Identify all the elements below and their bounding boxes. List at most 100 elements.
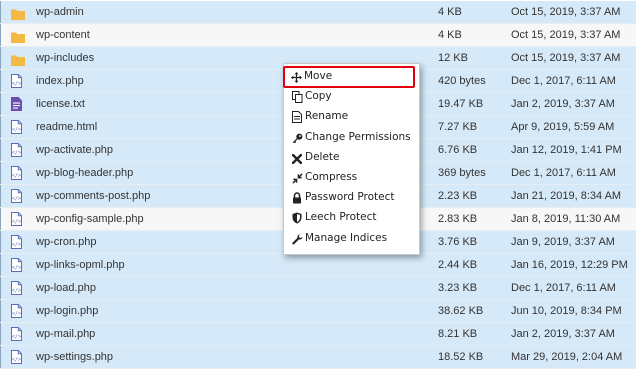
php-file-icon: </> (11, 281, 23, 295)
svg-text:</>: </> (12, 150, 21, 156)
shield-icon (292, 211, 303, 224)
file-name: wp-activate.php (36, 144, 114, 156)
row-selection-edge (0, 24, 1, 46)
menu-item-change-permissions[interactable]: Change Permissions (284, 127, 419, 147)
row-selection-edge (0, 277, 1, 299)
svg-text:</>: </> (12, 127, 21, 133)
menu-item-delete[interactable]: Delete (284, 147, 419, 167)
lock-icon (292, 191, 303, 204)
svg-text:</>: </> (12, 173, 21, 179)
file-modified-date: Jan 16, 2019, 12:29 PM (511, 259, 628, 271)
file-size: 19.47 KB (438, 98, 484, 110)
menu-item-label: Move (304, 70, 333, 82)
php-file-icon: </> (11, 143, 23, 157)
file-modified-date: Jan 8, 2019, 11:30 AM (511, 213, 621, 225)
file-name: wp-load.php (36, 282, 96, 294)
php-file-icon: </> (11, 74, 23, 88)
file-modified-date: Jan 2, 2019, 3:37 AM (511, 98, 615, 110)
wrench-icon (292, 232, 303, 244)
file-modified-date: Dec 1, 2017, 6:11 AM (511, 75, 616, 87)
php-file-icon: </> (11, 304, 23, 318)
file-modified-date: Jan 12, 2019, 1:41 PM (511, 144, 622, 156)
php-file-icon: </> (11, 212, 23, 226)
php-file-icon: </> (11, 350, 23, 364)
php-file-icon: </> (11, 189, 23, 203)
menu-item-label: Compress (305, 170, 358, 183)
menu-item-label: Password Protect (305, 191, 395, 204)
file-row[interactable]: </> wp-mail.php 8.21 KB Jan 2, 2019, 3:37 A… (0, 323, 636, 346)
file-name: wp-settings.php (36, 351, 114, 363)
php-file-icon: </> (11, 327, 23, 341)
file-name: wp-links-opml.php (36, 259, 125, 271)
file-modified-date: Dec 1, 2017, 6:11 AM (511, 167, 616, 179)
svg-text:</>: </> (12, 81, 21, 87)
row-selection-edge (0, 162, 1, 184)
file-modified-date: Dec 1, 2017, 6:11 AM (511, 282, 616, 294)
file-row[interactable]: </> wp-login.php 38.62 KB Jun 10, 2019, 8:3… (0, 300, 636, 323)
file-name: wp-cron.php (36, 236, 97, 248)
menu-item-label: Rename (305, 110, 349, 123)
file-row[interactable]: </> wp-settings.php 18.52 KB Mar 29, 2019, … (0, 346, 636, 369)
row-selection-edge (0, 1, 1, 23)
file-size: 4 KB (438, 29, 462, 41)
php-file-icon: </> (11, 166, 23, 180)
file-size: 8.21 KB (438, 328, 478, 340)
file-modified-date: Oct 15, 2019, 3:37 AM (511, 52, 621, 64)
menu-item-rename[interactable]: Rename (284, 106, 419, 126)
menu-item-move[interactable]: Move (283, 66, 419, 88)
svg-text:</>: </> (12, 288, 21, 294)
folder-icon (11, 52, 25, 66)
file-modified-date: Oct 15, 2019, 3:37 AM (511, 6, 621, 18)
file-name: wp-content (36, 29, 90, 41)
php-file-icon: </> (11, 235, 23, 249)
rename-document-icon (292, 110, 303, 124)
file-name: wp-login.php (36, 305, 99, 317)
file-size: 18.52 KB (438, 351, 484, 363)
file-size: 3.76 KB (438, 236, 478, 248)
row-selection-edge (0, 47, 1, 69)
file-row[interactable]: </> wp-links-opml.php 2.44 KB Jan 16, 2019,… (0, 254, 636, 277)
highlight-frame (283, 66, 415, 88)
file-name: index.php (36, 75, 84, 87)
menu-item-manage-indices[interactable]: Manage Indices (284, 228, 419, 248)
file-modified-date: Jan 9, 2019, 3:37 AM (511, 236, 615, 248)
menu-item-label: Manage Indices (305, 231, 388, 244)
menu-item-label: Change Permissions (305, 130, 411, 143)
file-row[interactable]: </> wp-load.php 3.23 KB Dec 1, 2017, 6:11 A… (0, 277, 636, 300)
file-row[interactable]: wp-admin 4 KB Oct 15, 2019, 3:37 AM (0, 1, 636, 24)
row-selection-edge (0, 231, 1, 253)
compress-icon (292, 171, 303, 184)
file-name: wp-mail.php (36, 328, 96, 340)
x-delete-icon (291, 151, 303, 164)
key-icon (292, 131, 303, 143)
menu-item-password-protect[interactable]: Password Protect (284, 187, 419, 207)
row-selection-edge (0, 70, 1, 92)
row-selection-edge (0, 208, 1, 230)
file-size: 3.23 KB (438, 282, 478, 294)
file-size: 7.27 KB (438, 121, 478, 133)
svg-text:</>: </> (12, 196, 21, 202)
file-name: wp-includes (36, 52, 95, 64)
menu-item-compress[interactable]: Compress (284, 167, 419, 187)
svg-text:</>: </> (12, 242, 21, 248)
menu-item-copy[interactable]: Copy (284, 86, 419, 106)
row-selection-edge (0, 300, 1, 322)
file-size: 38.62 KB (438, 305, 484, 317)
copy-icon (292, 90, 303, 104)
file-modified-date: Mar 29, 2019, 2:04 AM (511, 351, 623, 363)
row-selection-edge (0, 346, 1, 368)
text-file-icon (11, 97, 23, 111)
svg-text:</>: </> (12, 357, 21, 363)
file-name: license.txt (36, 98, 85, 110)
file-row[interactable]: wp-content 4 KB Oct 15, 2019, 3:37 AM (0, 24, 636, 47)
row-selection-edge (0, 139, 1, 161)
file-size: 369 bytes (438, 167, 486, 179)
menu-item-leech-protect[interactable]: Leech Protect (284, 207, 419, 227)
file-size: 12 KB (438, 52, 468, 64)
row-selection-edge (0, 254, 1, 276)
row-selection-edge (0, 116, 1, 138)
folder-icon (11, 29, 25, 43)
move-arrows-icon (291, 70, 302, 83)
file-modified-date: Jun 10, 2019, 8:34 PM (511, 305, 622, 317)
svg-text:</>: </> (12, 334, 21, 340)
